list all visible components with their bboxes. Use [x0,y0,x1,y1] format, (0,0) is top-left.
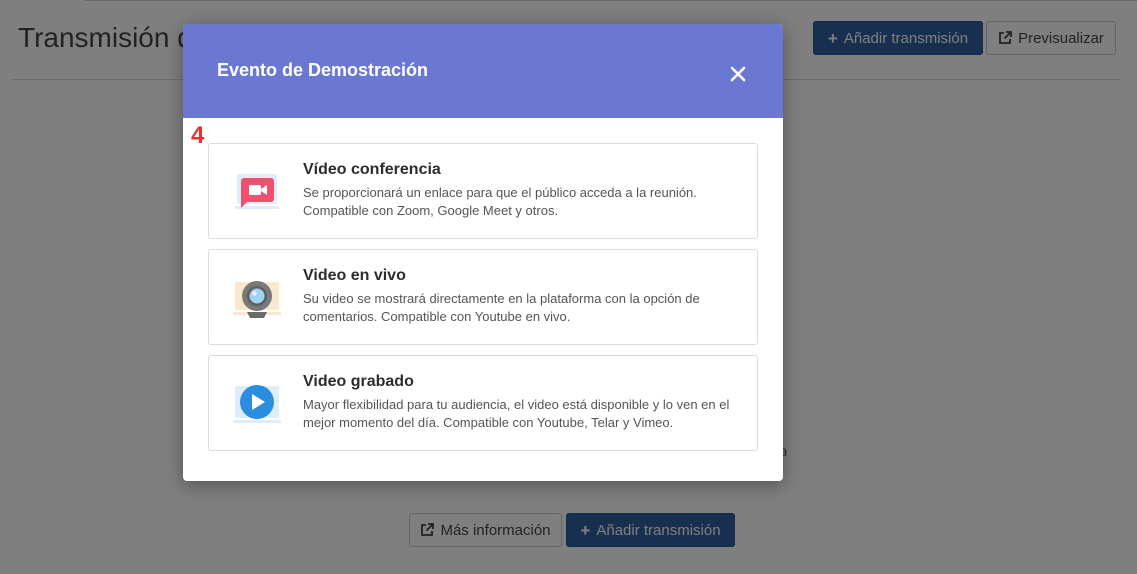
option-description: Se proporcionará un enlace para que el p… [303,185,697,218]
close-icon[interactable] [729,65,747,83]
step-number: 4 [191,122,205,149]
option-description: Mayor flexibilidad para tu audiencia, el… [303,397,730,430]
option-recorded-video[interactable]: Video grabado Mayor flexibilidad para tu… [208,355,758,451]
modal-title: Evento de Demostración [217,60,429,80]
webcam-icon [233,281,281,318]
modal-header: Evento de Demostración [183,24,783,118]
video-conference-icon [235,174,279,209]
option-title: Video en vivo [303,267,406,284]
option-title: Video grabado [303,373,414,390]
play-icon [233,385,281,423]
stream-type-modal: Evento de Demostración 4 Vídeo conferenc… [183,24,783,481]
option-video-conference[interactable]: Vídeo conferencia Se proporcionará un en… [208,143,758,239]
option-title: Vídeo conferencia [303,161,441,178]
option-live-video[interactable]: Video en vivo Su video se mostrará direc… [208,249,758,345]
option-description: Su video se mostrará directamente en la … [303,291,700,324]
